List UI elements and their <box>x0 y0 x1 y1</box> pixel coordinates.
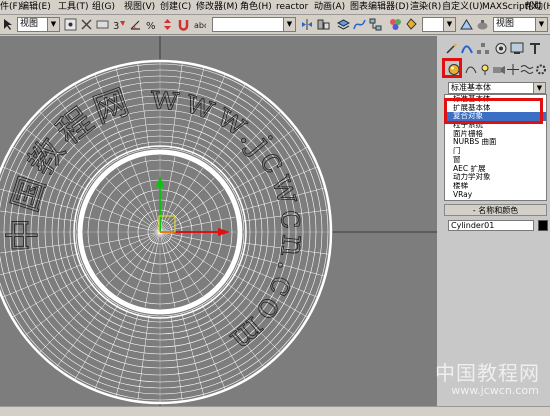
object-type-option[interactable]: AEC 扩展 <box>445 165 546 174</box>
chevron-down-icon: ▼ <box>283 18 295 31</box>
inner-segment <box>159 177 215 233</box>
svg-text:3: 3 <box>113 21 119 31</box>
named-selection-icon[interactable]: abc <box>193 18 208 31</box>
object-type-option[interactable]: 门 <box>445 147 546 156</box>
render-setup-icon[interactable] <box>405 18 418 31</box>
angle-snap-icon[interactable] <box>129 18 142 31</box>
viewport-dropdown[interactable]: 视图 ▼ <box>493 17 548 32</box>
named-selection-dropdown[interactable]: ▼ <box>212 17 296 32</box>
svg-text:%: % <box>146 21 156 31</box>
main-toolbar: 视图 ▼ 3 % abc ▼ ▼ 视图 ▼ <box>0 15 550 35</box>
select-icon[interactable] <box>2 18 15 31</box>
lights-category-icon[interactable] <box>478 63 492 76</box>
top-viewport[interactable]: 中国教程网 www.jcwcn.com <box>0 36 437 408</box>
menu-help[interactable]: 帮助(H) <box>525 1 550 13</box>
gizmo-y-arrow <box>156 176 164 187</box>
object-type-option[interactable]: NURBS 曲面 <box>445 138 546 147</box>
chevron-down-icon: ▼ <box>47 18 59 31</box>
menu-rendering[interactable]: 渲染(R) <box>410 1 441 13</box>
menu-views[interactable]: 视图(V) <box>124 1 155 13</box>
motion-tab-icon[interactable] <box>494 42 508 55</box>
rollout-title: 名称和颜色 <box>478 206 519 215</box>
chevron-down-icon: ▼ <box>535 18 547 31</box>
menu-reactor[interactable]: reactor <box>276 1 308 13</box>
object-type-value: 标准基本体 <box>451 83 491 92</box>
menu-modifiers[interactable]: 修改器(M) <box>196 1 238 13</box>
menu-tools[interactable]: 工具(T) <box>58 1 89 13</box>
wire-segment <box>24 282 94 337</box>
wire-segment <box>170 315 183 402</box>
menu-graph-editors[interactable]: 图表编辑器(D) <box>350 1 409 13</box>
hierarchy-tab-icon[interactable] <box>476 42 490 55</box>
cameras-category-icon[interactable] <box>492 63 506 76</box>
wire-segment <box>137 315 150 402</box>
chevron-down-icon: ▼ <box>443 18 455 31</box>
spinner-snap-icon[interactable] <box>161 18 174 31</box>
watermark-title: 中国教程网 <box>435 361 540 385</box>
align-icon[interactable] <box>317 18 330 31</box>
object-type-option[interactable]: 动力学对象 <box>445 173 546 182</box>
menu-edit[interactable]: 编辑(E) <box>20 1 51 13</box>
space-warps-category-icon[interactable] <box>520 63 534 76</box>
object-type-option[interactable]: 面片栅格 <box>445 130 546 139</box>
snap-3d-icon[interactable]: 3 <box>113 18 126 32</box>
render-type-dropdown[interactable]: ▼ <box>422 17 456 32</box>
magnet-icon[interactable] <box>177 18 190 31</box>
compound-objects-highlight-box <box>444 98 543 124</box>
inner-segment <box>159 231 215 287</box>
menu-group[interactable]: 组(G) <box>92 1 115 13</box>
menu-character[interactable]: 角色(H) <box>240 1 272 13</box>
curve-editor-icon[interactable] <box>353 18 366 31</box>
reference-coord-value: 视图 <box>20 19 39 29</box>
helpers-category-icon[interactable] <box>506 63 520 76</box>
object-type-option[interactable]: VRay <box>445 191 546 200</box>
menu-file[interactable]: 件(F) <box>0 1 21 13</box>
watermark-url: www.jcwcn.com <box>451 384 539 397</box>
svg-text:abc: abc <box>194 21 206 30</box>
modify-tab-icon[interactable] <box>460 42 474 55</box>
rollout-toggle-icon: - <box>472 206 476 215</box>
percent-snap-icon[interactable]: % <box>145 18 158 32</box>
systems-category-icon[interactable] <box>534 63 548 76</box>
geometry-highlight-box <box>442 58 462 78</box>
shapes-category-icon[interactable] <box>464 63 478 76</box>
object-type-option[interactable]: 窗 <box>445 156 546 165</box>
menu-customize[interactable]: 自定义(U) <box>442 1 483 13</box>
cylinder-wireframe: 中国教程网 www.jcwcn.com <box>0 36 437 408</box>
wire-segment <box>55 298 110 368</box>
reference-coord-dropdown[interactable]: 视图 ▼ <box>17 17 60 32</box>
object-name-input[interactable]: Cylinder01 <box>448 220 534 231</box>
mirror-icon[interactable] <box>301 18 314 31</box>
utilities-tab-icon[interactable] <box>528 42 542 55</box>
menu-create[interactable]: 创建(C) <box>160 1 191 13</box>
command-panel: 标准基本体 ▼ 标准基本体 扩展基本体 复合对象 粒子系统 面片栅格 NURBS 曲面门窗… <box>440 36 550 408</box>
object-type-option[interactable]: 楼梯 <box>445 182 546 191</box>
keyboard-shortcut-icon[interactable] <box>96 18 109 31</box>
select-manipulate-icon[interactable] <box>80 18 93 31</box>
quick-render-icon[interactable] <box>460 18 473 31</box>
schematic-view-icon[interactable] <box>369 18 382 31</box>
create-tab-icon[interactable] <box>444 42 458 55</box>
layer-manager-icon[interactable] <box>336 18 351 31</box>
wire-segment <box>38 291 101 354</box>
menu-animation[interactable]: 动画(A) <box>314 1 345 13</box>
teapot-render-icon[interactable] <box>476 18 489 31</box>
name-color-rollout-header[interactable]: - 名称和颜色 <box>444 204 547 216</box>
inner-segment <box>105 177 161 233</box>
viewport-dropdown-value: 视图 <box>496 19 515 29</box>
inner-segment <box>105 231 161 287</box>
pivot-center-icon[interactable] <box>64 18 77 31</box>
chevron-down-icon: ▼ <box>533 83 545 93</box>
object-type-dropdown[interactable]: 标准基本体 ▼ <box>448 82 546 94</box>
menu-bar: 件(F) 编辑(E) 工具(T) 组(G) 视图(V) 创建(C) 修改器(M)… <box>0 0 550 15</box>
gizmo-x-arrow <box>218 228 230 236</box>
display-tab-icon[interactable] <box>510 42 524 55</box>
object-color-swatch[interactable] <box>538 220 548 231</box>
material-editor-icon[interactable] <box>389 18 402 31</box>
